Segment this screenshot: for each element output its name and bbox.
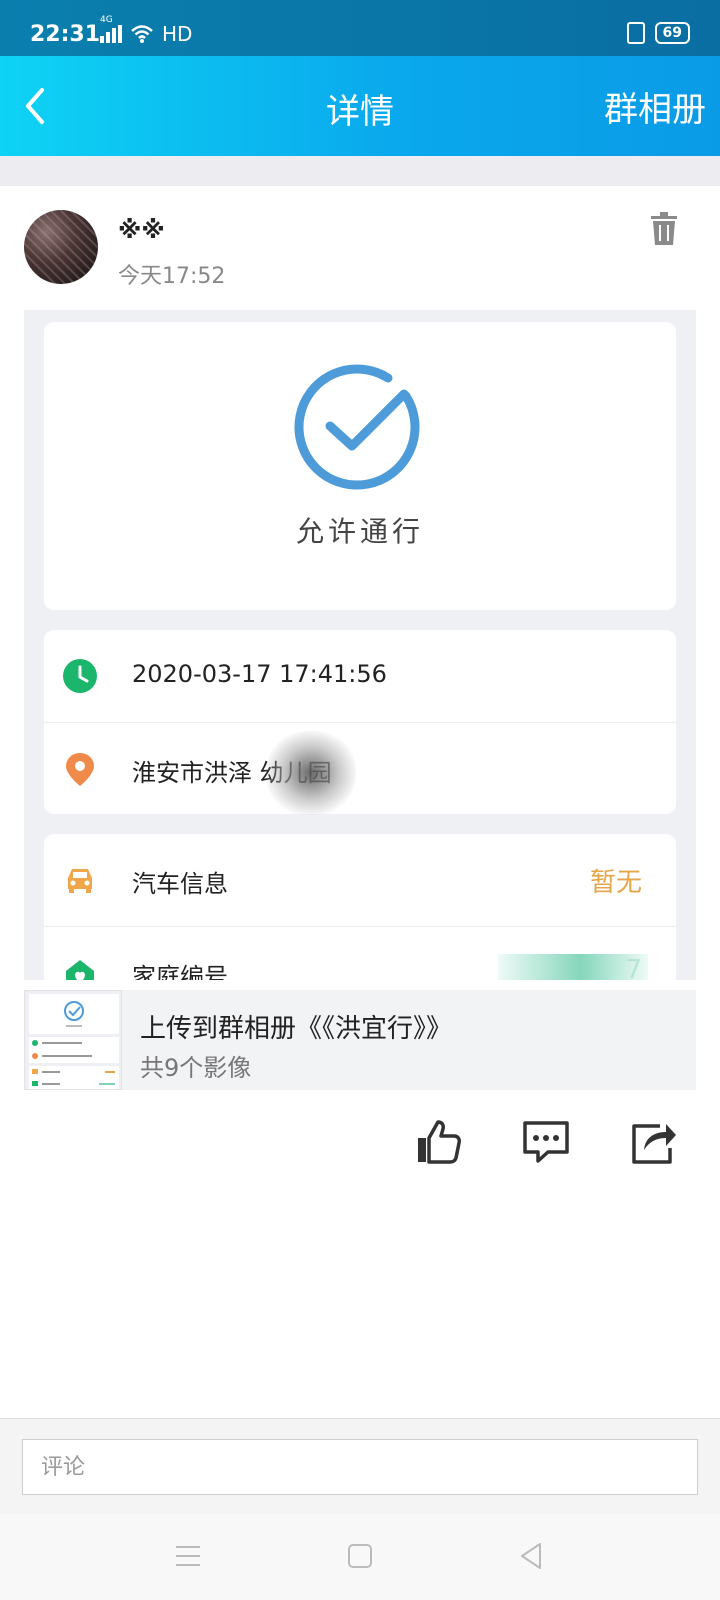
menu-icon[interactable]	[172, 1540, 204, 1572]
thumb-vehicle-lines	[32, 1069, 115, 1086]
share-button[interactable]	[630, 1118, 678, 1166]
pass-status-label: 允许通行	[295, 515, 424, 548]
thumb-vehicle-card	[29, 1066, 119, 1089]
wifi-icon	[131, 25, 153, 43]
album-thumbnail	[24, 990, 122, 1090]
status-bar: 22:31 4G HD 69	[0, 0, 720, 56]
post-image[interactable]: 允许通行 2020-03-17 17:41:56 淮安市洪泽 幼儿园 汽车信息 …	[24, 310, 696, 980]
car-info-label: 汽车信息	[132, 870, 228, 898]
status-right: 69	[626, 22, 690, 44]
blur-mask	[266, 731, 356, 815]
album-count: 共9个影像	[140, 1054, 252, 1082]
back-triangle-icon[interactable]	[516, 1540, 548, 1572]
car-row: 汽车信息 暂无	[44, 834, 676, 926]
info-card: 2020-03-17 17:41:56 淮安市洪泽 幼儿园	[44, 630, 676, 815]
group-album-button[interactable]: 群相册	[604, 82, 706, 131]
car-icon	[68, 869, 92, 893]
post-time: 今天17:52	[118, 264, 226, 289]
comment-bar	[0, 1418, 720, 1514]
thumb-pass-card	[29, 994, 119, 1034]
album-upload-strip[interactable]: 上传到群相册《《洪宜行》》 共9个影像	[24, 990, 696, 1090]
network-type: 4G	[100, 15, 113, 25]
blur-mask	[498, 954, 648, 980]
location-pin-icon	[66, 753, 94, 786]
battery-icon: 69	[654, 22, 690, 44]
nav-bar: 详情 群相册	[0, 56, 720, 156]
clock-icon	[63, 659, 97, 693]
vehicle-card: 汽车信息 暂无 家庭编号 7	[44, 834, 676, 980]
system-nav-bar	[0, 1514, 720, 1600]
status-icons: 4G HD	[100, 15, 193, 46]
avatar[interactable]	[24, 210, 98, 284]
comment-button[interactable]	[522, 1118, 570, 1166]
car-info-value: 暂无	[589, 868, 642, 898]
check-circle-icon	[294, 364, 420, 490]
home-button-icon[interactable]	[344, 1540, 376, 1572]
hd-indicator: HD	[162, 22, 193, 46]
vibrate-icon	[626, 22, 645, 44]
like-button[interactable]	[414, 1118, 462, 1166]
home-icon	[66, 960, 94, 980]
battery-level: 69	[662, 25, 682, 41]
thumb-check-icon	[64, 1001, 84, 1027]
datetime-text: 2020-03-17 17:41:56	[132, 660, 387, 688]
signal-icon: 4G	[100, 15, 122, 43]
location-row: 淮安市洪泽 幼儿园	[44, 722, 676, 815]
thumb-info-lines	[32, 1040, 92, 1059]
thumb-info-card	[29, 1037, 119, 1063]
delete-button[interactable]	[650, 212, 678, 246]
pass-card: 允许通行	[44, 322, 676, 610]
comment-input[interactable]	[22, 1439, 698, 1495]
post-header: ※※ 今天17:52	[0, 186, 720, 306]
family-number-label: 家庭编号	[132, 963, 228, 980]
user-name[interactable]: ※※	[118, 216, 165, 244]
datetime-row: 2020-03-17 17:41:56	[44, 630, 676, 722]
status-time: 22:31	[30, 22, 101, 47]
album-title: 上传到群相册《《洪宜行》》	[140, 1014, 453, 1044]
divider-band	[0, 156, 720, 186]
